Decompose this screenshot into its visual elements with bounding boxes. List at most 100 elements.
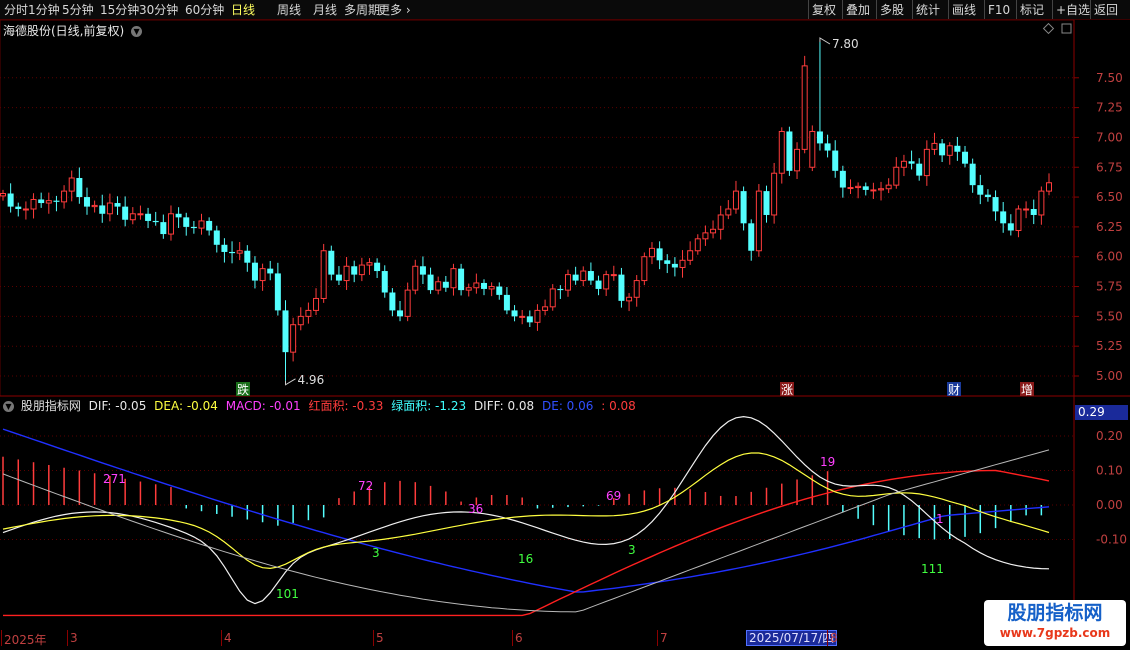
toolbar-button-1[interactable]: 叠加 — [846, 2, 870, 18]
period-tab-5[interactable]: 60分钟 — [185, 2, 224, 18]
date-label: 2025年 — [4, 633, 47, 647]
dif-line — [2, 415, 1050, 605]
candle-body — [129, 213, 136, 221]
period-toolbar: 分时 1分钟 5分钟 15分钟 30分钟 60分钟 日线 周线 月线 多周期 更多 › 复权 叠加 多股统… — [0, 0, 1130, 20]
candle-body — [38, 199, 45, 204]
toolbar-separator — [912, 0, 913, 19]
candle-body — [7, 193, 14, 207]
candle-body — [878, 188, 885, 191]
toolbar-separator — [842, 0, 843, 19]
candle-body — [717, 214, 724, 230]
toolbar-button-3[interactable]: 统计 — [916, 2, 940, 18]
candle-body — [22, 208, 29, 211]
period-tab-3[interactable]: 15分钟 — [100, 2, 139, 18]
candle-body — [1023, 208, 1030, 211]
candle-body — [427, 274, 434, 291]
date-label: 7 — [660, 631, 668, 645]
candle-body — [526, 316, 533, 323]
period-tab-0[interactable]: 分时 — [4, 2, 28, 18]
candle-body — [786, 131, 793, 171]
period-tab-2[interactable]: 5分钟 — [62, 2, 94, 18]
candle-body — [351, 266, 358, 275]
price-tick-label: 5.25 — [1096, 339, 1123, 353]
candle-body — [710, 228, 717, 234]
candle-body — [694, 238, 701, 252]
candle-body — [91, 204, 98, 208]
candle-body — [137, 213, 144, 216]
price-tick-label: 6.75 — [1096, 160, 1123, 174]
bar-count-label: 36 — [468, 502, 483, 516]
candle-body — [633, 280, 640, 298]
price-tick-label: 6.25 — [1096, 220, 1123, 234]
candle-body — [771, 172, 778, 216]
candle-body — [236, 250, 243, 254]
bar-count-label: 101 — [276, 587, 299, 601]
toolbar-button-0[interactable]: 复权 — [812, 2, 836, 18]
candle-body — [748, 223, 755, 251]
candle-body — [152, 220, 159, 223]
candle-body — [549, 288, 556, 308]
diamond-icon — [1042, 22, 1055, 35]
toolbar-button-4[interactable]: 画线 — [952, 2, 976, 18]
period-tab-1[interactable]: 1分钟 — [28, 2, 60, 18]
candle-body — [0, 192, 6, 197]
date-label: 5 — [376, 631, 384, 645]
candle-body — [206, 220, 213, 231]
blue-trend-line — [2, 428, 1050, 593]
candle-body — [397, 310, 404, 317]
candle-body — [488, 286, 495, 290]
period-tab-9[interactable]: 多周期 — [344, 2, 380, 18]
panel-toggle-icon — [1061, 23, 1072, 34]
candle-body — [763, 191, 770, 215]
candle-body — [900, 160, 907, 168]
period-tab-4[interactable]: 30分钟 — [139, 2, 178, 18]
period-tab-10[interactable]: 更多 › — [378, 2, 411, 18]
candle-body — [603, 274, 610, 290]
candle-body — [648, 247, 655, 258]
period-tab-6[interactable]: 日线 — [231, 2, 255, 18]
candle-body — [458, 268, 465, 291]
toolbar-separator — [876, 0, 877, 19]
candle-body — [969, 163, 976, 186]
dea-label: DEA: -0.04 — [154, 399, 218, 413]
date-axis: 2025/07/17/四 2025年 3 4 5 6 7 8 — [0, 630, 984, 650]
candle-body — [1038, 190, 1045, 216]
event-marker-text: 增 — [1021, 383, 1033, 397]
toolbar-button-8[interactable]: 返回 — [1094, 2, 1118, 18]
candle-body — [778, 130, 785, 174]
candle-body — [801, 65, 808, 150]
candle-body — [15, 206, 22, 210]
toolbar-button-7[interactable]: +自选 — [1056, 2, 1090, 18]
candle-body — [870, 189, 877, 192]
candle-body — [160, 222, 167, 235]
toolbar-button-5[interactable]: F10 — [988, 2, 1010, 18]
period-tab-7[interactable]: 周线 — [277, 2, 301, 18]
kline-chart: 7.50 7.25 7.00 6.75 6.50 6.25 6.00 5.75 5.50 5.25… — [0, 19, 1130, 630]
candle-body — [244, 250, 251, 263]
toolbar-button-6[interactable]: 标记 — [1020, 2, 1044, 18]
candle-body — [297, 315, 304, 326]
candle-body — [671, 263, 678, 268]
candle-body — [580, 270, 587, 282]
candle-body — [1015, 208, 1022, 231]
bar-count-label: 271 — [103, 472, 126, 486]
price-tick-label: 6.00 — [1096, 250, 1123, 264]
candle-body — [1030, 209, 1037, 215]
candle-body — [992, 197, 999, 212]
chevron-down-icon[interactable]: ▼ — [3, 401, 14, 412]
candle-body — [167, 213, 174, 235]
indicator-tick-label: 0.00 — [1096, 498, 1123, 512]
candle-body — [962, 151, 969, 164]
price-tick-label: 5.50 — [1096, 309, 1123, 323]
candle-body — [53, 200, 60, 202]
period-tab-8[interactable]: 月线 — [313, 2, 337, 18]
bar-count-label: 111 — [921, 562, 944, 576]
candle-body — [587, 271, 594, 281]
toolbar-button-2[interactable]: 多股 — [880, 2, 904, 18]
toolbar-separator — [1090, 0, 1091, 19]
date-cursor-label: 2025/07/17/四 — [746, 630, 838, 646]
candle-body — [931, 142, 938, 150]
macd-label: MACD: -0.01 — [225, 399, 301, 413]
indicator-header: ▼ 股朋指标网 DIF: -0.05 DEA: -0.04 MACD: -0.0… — [3, 397, 640, 414]
price-tick-label: 5.00 — [1096, 369, 1123, 383]
